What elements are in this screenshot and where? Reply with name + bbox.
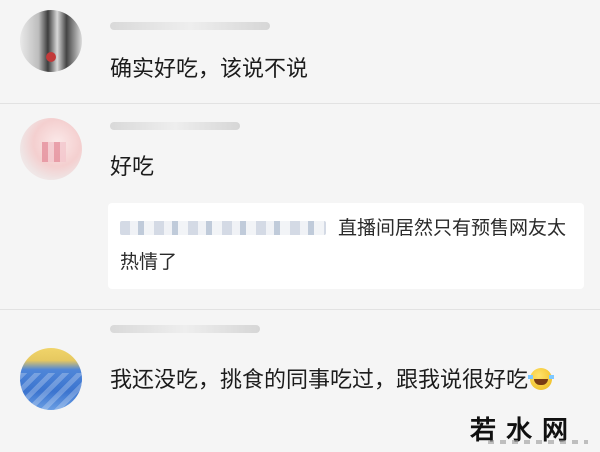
comment-text-content: 我还没吃，挑食的同事吃过，跟我说很好吃 bbox=[110, 368, 529, 393]
laughing-tears-emoji-icon bbox=[528, 368, 555, 390]
avatar[interactable] bbox=[20, 348, 82, 410]
blurred-username bbox=[110, 22, 270, 30]
comment-text: 好吃 bbox=[110, 155, 155, 180]
comment-text: 确实好吃，该说不说 bbox=[110, 57, 309, 82]
comment-item-2: 好吃 直播间居然只有预售网友太热情了 bbox=[0, 104, 600, 309]
avatar[interactable] bbox=[20, 118, 82, 180]
comment-text: 我还没吃，挑食的同事吃过，跟我说很好吃 bbox=[110, 363, 580, 399]
blurred-username bbox=[110, 122, 240, 130]
blurred-username bbox=[110, 325, 260, 333]
quoted-reply[interactable]: 直播间居然只有预售网友太热情了 bbox=[108, 203, 584, 289]
avatar[interactable] bbox=[20, 10, 82, 72]
comment-item-1: 确实好吃，该说不说 bbox=[0, 0, 600, 103]
watermark-underline bbox=[488, 440, 588, 444]
quoted-reply-text: 直播间居然只有预售网友太热情了 bbox=[120, 217, 567, 273]
